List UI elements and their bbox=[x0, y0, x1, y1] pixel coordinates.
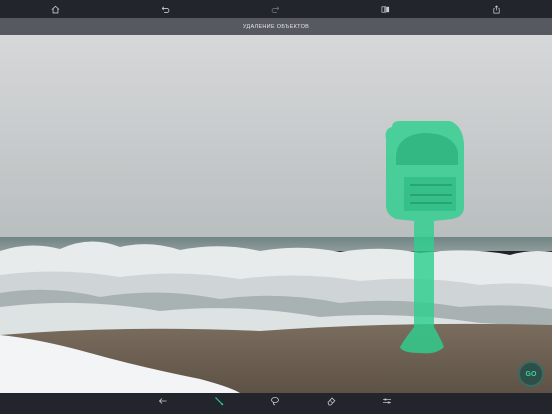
photo-canvas[interactable] bbox=[0, 35, 552, 393]
compare-button[interactable] bbox=[373, 0, 397, 18]
screen-title: УДАЛЕНИЕ ОБЪЕКТОВ bbox=[0, 18, 552, 35]
brush-tool[interactable] bbox=[201, 393, 237, 414]
eraser-tool[interactable] bbox=[313, 393, 349, 414]
home-icon bbox=[51, 5, 59, 13]
go-button[interactable]: GO bbox=[518, 361, 544, 387]
undo-icon bbox=[161, 6, 169, 13]
sky-region bbox=[0, 35, 552, 238]
share-icon bbox=[492, 4, 500, 13]
beach-photo bbox=[0, 35, 552, 393]
settings-tool[interactable] bbox=[369, 393, 405, 414]
lasso-tool[interactable] bbox=[257, 393, 293, 414]
top-toolbar bbox=[0, 0, 552, 18]
share-button[interactable] bbox=[484, 0, 508, 18]
brush-icon bbox=[215, 397, 224, 406]
home-button[interactable] bbox=[43, 0, 67, 18]
redo-button[interactable] bbox=[263, 0, 287, 18]
back-button[interactable] bbox=[145, 393, 181, 414]
redo-icon bbox=[271, 6, 279, 13]
bottom-toolbar bbox=[0, 393, 552, 414]
lasso-icon bbox=[271, 397, 279, 406]
back-arrow-icon bbox=[158, 398, 167, 404]
sliders-icon bbox=[383, 398, 391, 404]
eraser-icon bbox=[327, 397, 336, 406]
compare-icon bbox=[381, 5, 389, 13]
undo-button[interactable] bbox=[153, 0, 177, 18]
